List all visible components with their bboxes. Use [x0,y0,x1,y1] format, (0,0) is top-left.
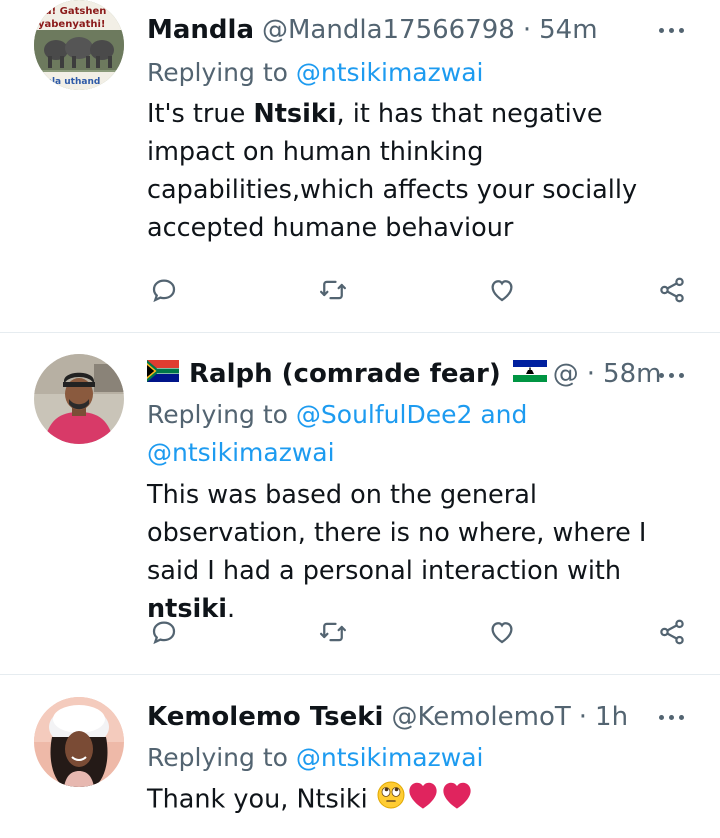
heart-icon[interactable] [482,270,522,310]
avatar[interactable]: vu! Gatshen yabenyathi! vela uthand [34,0,124,90]
tweet-text: It's true Ntsiki, it has that negative i… [147,95,687,247]
mention-link[interactable]: @SoulfulDee2 and [296,400,527,429]
reply-icon[interactable] [144,270,184,310]
retweet-icon[interactable] [313,270,353,310]
replying-to: Replying to @ntsikimazwai [147,54,483,92]
avatar[interactable] [34,697,124,787]
tweet-mandla[interactable]: vu! Gatshen yabenyathi! vela uthand Mand… [0,0,720,332]
tweet-header: Ralph (comrade fear) @ · 58m [147,354,661,394]
avatar[interactable] [34,354,124,444]
reply-icon[interactable] [144,612,184,652]
more-icon[interactable] [656,363,686,387]
display-name[interactable]: Kemolemo Tseki [147,702,383,732]
timestamp[interactable]: 1h [595,702,628,732]
tweet-header: Kemolemo Tseki @KemolemoT · 1h [147,697,628,737]
timestamp[interactable]: 54m [539,15,597,45]
more-icon[interactable] [656,18,686,42]
text-start: Thank you, Ntsiki [147,784,368,815]
text-bold: Ntsiki [253,99,337,129]
avatar-text-bottom: vela uthand [40,77,100,87]
red-heart-icon [406,780,440,821]
replying-to: Replying to @SoulfulDee2 and @ntsikimazw… [147,396,527,472]
mention-link[interactable]: @ntsikimazwai [296,743,484,772]
lesotho-flag-icon [512,359,547,389]
share-icon[interactable] [652,270,692,310]
display-name[interactable]: Mandla [147,15,254,45]
separator-dot: · [586,359,596,389]
mention-link-2[interactable]: @ntsikimazwai [147,438,335,467]
action-bar [0,612,720,652]
more-icon[interactable] [656,705,686,729]
south-africa-flag-icon [147,359,179,389]
tweet-ralph[interactable]: Ralph (comrade fear) @ · 58m Replying to… [0,333,720,673]
mention-link[interactable]: @ntsikimazwai [296,58,484,87]
replying-prefix: Replying to [147,743,288,772]
share-icon[interactable] [652,612,692,652]
display-name[interactable]: Ralph (comrade fear) [189,359,501,389]
heart-icon[interactable] [482,612,522,652]
tweet-text: This was based on the general observatio… [147,476,687,628]
red-heart-icon [440,780,474,821]
tweet-text: Thank you, Ntsiki [147,780,687,821]
separator-dot: · [522,15,532,45]
separator-dot: · [578,702,588,732]
action-bar [0,270,720,310]
face-with-rolling-eyes-icon [376,780,406,821]
avatar-text-mid: yabenyathi! [38,19,105,30]
replying-to: Replying to @ntsikimazwai [147,739,483,777]
text-start: This was based on the general observatio… [147,480,647,586]
tweet-header: Mandla @Mandla17566798 · 54m [147,10,598,50]
text-start: It's true [147,99,246,129]
avatar-text-top: vu! Gatshen [38,6,106,17]
retweet-icon[interactable] [313,612,353,652]
replying-prefix: Replying to [147,58,288,87]
user-handle[interactable]: @Mandla17566798 [262,15,515,45]
user-handle[interactable]: @ [553,359,579,389]
timestamp[interactable]: 58m [603,359,661,389]
user-handle[interactable]: @KemolemoT [391,702,570,732]
replying-prefix: Replying to [147,400,288,429]
tweet-kemolemo[interactable]: Kemolemo Tseki @KemolemoT · 1h Replying … [0,675,720,838]
